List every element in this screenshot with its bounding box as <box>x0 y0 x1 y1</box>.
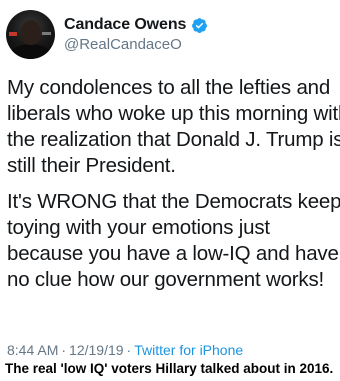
tweet-line: no clue how our government works! <box>7 268 325 291</box>
author-handle[interactable]: @RealCandaceO <box>64 36 182 53</box>
avatar-detail <box>9 32 17 36</box>
tweet-line: because you have a low-IQ and have <box>7 242 339 265</box>
tweet-time[interactable]: 8:44 AM <box>7 342 58 358</box>
tweet-meta: 8:44 AM · 12/19/19 · Twitter for iPhone <box>7 342 243 358</box>
tweet-line: My condolences to all the lefties and <box>7 76 331 99</box>
avatar[interactable] <box>6 10 55 59</box>
author-display-name[interactable]: Candace Owens <box>64 16 186 34</box>
tweet-date[interactable]: 12/19/19 <box>69 342 124 358</box>
tweet-line: the realization that Donald J. Trump is <box>7 128 340 151</box>
avatar-face <box>21 20 41 45</box>
author-name-row: Candace Owens <box>64 14 208 36</box>
tweet-line: It's WRONG that the Democrats keep <box>7 190 340 213</box>
avatar-shoulders <box>10 44 51 59</box>
tweet-line: liberals who woke up this morning with <box>7 102 340 125</box>
tweet-text: My condolences to all the lefties and li… <box>7 75 340 293</box>
tweet-paragraph-2: It's WRONG that the Democrats keep toyin… <box>7 189 340 293</box>
verified-badge-icon <box>191 17 208 34</box>
meta-separator: · <box>126 342 132 358</box>
tweet-paragraph-1: My condolences to all the lefties and li… <box>7 75 340 179</box>
tweet-card: Candace Owens @RealCandaceO My condolenc… <box>0 0 340 381</box>
tweet-source-link[interactable]: Twitter for iPhone <box>134 342 243 358</box>
tweet-line: still their President. <box>7 154 176 177</box>
meta-separator: · <box>61 342 67 358</box>
tweet-line: toying with your emotions just <box>7 216 270 239</box>
avatar-detail <box>42 32 51 35</box>
image-caption: The real 'low IQ' voters Hillary talked … <box>5 361 334 376</box>
